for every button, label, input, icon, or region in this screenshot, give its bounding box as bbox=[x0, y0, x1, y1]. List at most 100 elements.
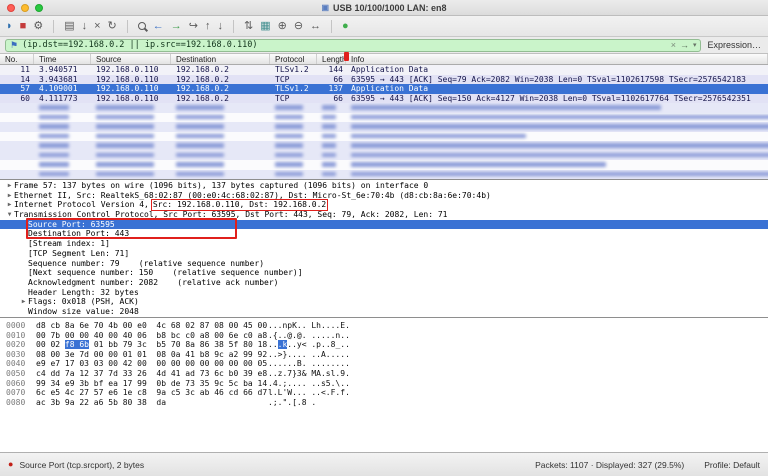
zoom-window-button[interactable] bbox=[35, 4, 43, 12]
packet-source: 192.168.0.110 bbox=[91, 84, 171, 94]
packet-no: 60 bbox=[0, 94, 34, 104]
display-filter-input[interactable]: ⚑ (ip.dst==192.168.0.2 || ip.src==192.16… bbox=[5, 39, 701, 52]
display-filter-value[interactable]: (ip.dst==192.168.0.2 || ip.src==192.168.… bbox=[22, 40, 667, 50]
detail-row-next-sequence[interactable]: [Next sequence number: 150 (relative seq… bbox=[0, 268, 768, 278]
go-forward-icon[interactable]: → bbox=[171, 21, 182, 32]
expand-arrow-icon[interactable]: ▶ bbox=[5, 191, 14, 201]
expand-arrow-icon[interactable]: ▶ bbox=[5, 181, 14, 191]
open-capture-icon[interactable]: ▤ bbox=[64, 21, 74, 32]
toolbar-separator bbox=[233, 20, 234, 33]
expand-arrow-icon[interactable]: ▶ bbox=[19, 297, 28, 307]
expand-arrow-icon[interactable]: ▶ bbox=[5, 200, 14, 210]
capture-options-icon[interactable]: ⚙ bbox=[33, 21, 43, 32]
packet-no: 11 bbox=[0, 65, 34, 75]
detail-row-window-size[interactable]: Window size value: 2048 bbox=[0, 307, 768, 317]
filter-clear-icon[interactable]: × bbox=[671, 40, 676, 50]
go-first-packet-icon[interactable]: ↑ bbox=[205, 21, 211, 32]
minimize-window-button[interactable] bbox=[21, 4, 29, 12]
detail-row-ack-number[interactable]: Acknowledgment number: 2082 (relative ac… bbox=[0, 278, 768, 288]
column-header-protocol[interactable]: Protocol bbox=[270, 54, 317, 64]
detail-row-segment-len[interactable]: [TCP Segment Len: 71] bbox=[0, 249, 768, 259]
hex-row[interactable]: 0080ac 3b 9a 22 a6 5b 80 38 da.;.".[.8 . bbox=[6, 398, 768, 408]
packet-row[interactable]: 14 3.943681 192.168.0.110 192.168.0.2 TC… bbox=[0, 75, 768, 85]
packet-row[interactable]: 60 4.111773 192.168.0.110 192.168.0.2 TC… bbox=[0, 94, 768, 104]
detail-row-flags[interactable]: ▶Flags: 0x018 (PSH, ACK) bbox=[0, 297, 768, 307]
packet-length: 66 bbox=[317, 75, 346, 85]
auto-scroll-icon[interactable]: ⇅ bbox=[244, 21, 253, 32]
packet-row-selected[interactable]: 57 4.109001 192.168.0.110 192.168.0.2 TL… bbox=[0, 84, 768, 94]
zoom-out-icon[interactable]: ⊖ bbox=[294, 21, 303, 32]
detail-row-destination-port[interactable]: Destination Port: 443 bbox=[0, 229, 768, 239]
hex-row[interactable]: 0040e9 e7 17 03 03 00 42 00 00 00 00 00 … bbox=[6, 359, 768, 369]
expression-button[interactable]: Expression… bbox=[707, 40, 763, 50]
close-capture-icon[interactable]: × bbox=[94, 21, 100, 32]
packet-details-pane: ▶Frame 57: 137 bytes on wire (1096 bits)… bbox=[0, 179, 768, 317]
packet-destination: 192.168.0.2 bbox=[171, 94, 270, 104]
collapse-arrow-icon[interactable]: ▼ bbox=[5, 210, 14, 220]
detail-row-sequence-number[interactable]: Sequence number: 79 (relative sequence n… bbox=[0, 259, 768, 269]
blurred-packet-row[interactable] bbox=[0, 122, 768, 132]
reload-capture-icon[interactable]: ↻ bbox=[108, 21, 117, 32]
packet-destination: 192.168.0.2 bbox=[171, 84, 270, 94]
packet-destination: 192.168.0.2 bbox=[171, 65, 270, 75]
go-to-packet-icon[interactable]: ↪ bbox=[189, 21, 198, 32]
hex-row[interactable]: 00706c e5 4c 27 57 e6 1e c8 9a c5 3c ab … bbox=[6, 388, 768, 398]
hex-row[interactable]: 001000 7b 00 00 40 00 40 06 b8 bc c0 a8 … bbox=[6, 331, 768, 341]
toolbar-separator bbox=[127, 20, 128, 33]
save-capture-icon[interactable]: ↓ bbox=[82, 21, 88, 32]
packet-list-header: No. Time Source Destination Protocol Len… bbox=[0, 54, 768, 65]
packet-time: 4.109001 bbox=[34, 84, 91, 94]
filter-bookmark-icon[interactable]: ⚑ bbox=[10, 41, 18, 50]
hex-row[interactable]: 003008 00 3e 7d 00 00 01 01 08 0a 41 b8 … bbox=[6, 350, 768, 360]
go-back-icon[interactable]: ← bbox=[153, 21, 164, 32]
blurred-packet-row[interactable] bbox=[0, 132, 768, 142]
column-header-info[interactable]: Info bbox=[346, 54, 768, 64]
detail-row-source-port[interactable]: Source Port: 63595 bbox=[0, 220, 768, 230]
detail-row-header-length[interactable]: Header Length: 32 bytes bbox=[0, 288, 768, 298]
filter-dropdown-icon[interactable]: ▾ bbox=[693, 41, 697, 49]
hex-row[interactable]: 006099 34 e9 3b bf ea 17 99 0b de 73 35 … bbox=[6, 379, 768, 389]
expert-info-icon[interactable]: ● bbox=[8, 460, 13, 469]
resize-columns-icon[interactable]: ↔ bbox=[310, 21, 321, 32]
start-capture-icon[interactable]: ◗ bbox=[6, 21, 13, 32]
blurred-packet-row[interactable] bbox=[0, 141, 768, 151]
column-header-time[interactable]: Time bbox=[34, 54, 91, 64]
column-header-source[interactable]: Source bbox=[91, 54, 171, 64]
hex-row[interactable]: 0050c4 dd 7a 12 37 7d 33 26 4d 41 ad 73 … bbox=[6, 369, 768, 379]
status-profile[interactable]: Profile: Default bbox=[704, 460, 760, 470]
detail-row-ip[interactable]: ▶Internet Protocol Version 4,Src: 192.16… bbox=[0, 200, 768, 210]
packet-info: 63595 → 443 [ACK] Seq=150 Ack=4127 Win=2… bbox=[346, 94, 768, 104]
go-last-packet-icon[interactable]: ↓ bbox=[217, 21, 223, 32]
blurred-packet-row[interactable] bbox=[0, 113, 768, 123]
column-header-no[interactable]: No. bbox=[0, 54, 34, 64]
blurred-packet-row[interactable] bbox=[0, 160, 768, 170]
blurred-packet-row[interactable] bbox=[0, 170, 768, 180]
packet-destination: 192.168.0.2 bbox=[171, 75, 270, 85]
packet-length: 66 bbox=[317, 94, 346, 104]
detail-row-ethernet[interactable]: ▶Ethernet II, Src: RealtekS_68:02:87 (00… bbox=[0, 191, 768, 201]
packet-source: 192.168.0.110 bbox=[91, 94, 171, 104]
hex-row-highlighted[interactable]: 002000 02 f8 6b 01 bb 79 3c b5 70 8a 86 … bbox=[6, 340, 768, 350]
close-window-button[interactable] bbox=[7, 4, 15, 12]
window-title: USB 10/100/1000 LAN: en8 bbox=[333, 3, 447, 13]
traffic-lights bbox=[7, 4, 43, 12]
blurred-packet-row[interactable] bbox=[0, 103, 768, 113]
column-header-destination[interactable]: Destination bbox=[171, 54, 270, 64]
detail-row-frame[interactable]: ▶Frame 57: 137 bytes on wire (1096 bits)… bbox=[0, 181, 768, 191]
packet-row[interactable]: 11 3.940571 192.168.0.110 192.168.0.2 TL… bbox=[0, 65, 768, 75]
blurred-packet-row[interactable] bbox=[0, 151, 768, 161]
column-header-length[interactable]: Length bbox=[317, 54, 346, 64]
stop-capture-icon[interactable]: ■ bbox=[20, 21, 27, 32]
filter-apply-icon[interactable]: → bbox=[680, 40, 689, 50]
detail-row-stream-index[interactable]: [Stream index: 1] bbox=[0, 239, 768, 249]
find-packet-icon[interactable] bbox=[138, 22, 146, 30]
wireshark-window: ▣ USB 10/100/1000 LAN: en8 ◗ ■ ⚙ ▤ ↓ × ↻… bbox=[0, 0, 768, 476]
zoom-in-icon[interactable]: ⊕ bbox=[278, 21, 287, 32]
packet-protocol: TLSv1.2 bbox=[270, 84, 317, 94]
detail-row-tcp[interactable]: ▼Transmission Control Protocol, Src Port… bbox=[0, 210, 768, 220]
capture-status-icon: ● bbox=[342, 21, 349, 32]
interface-icon: ▣ bbox=[321, 3, 329, 12]
colorize-packets-icon[interactable]: ▦ bbox=[260, 21, 270, 32]
hex-row[interactable]: 0000d8 cb 8a 6e 70 4b 00 e0 4c 68 02 87 … bbox=[6, 321, 768, 331]
packet-list: 11 3.940571 192.168.0.110 192.168.0.2 TL… bbox=[0, 65, 768, 179]
